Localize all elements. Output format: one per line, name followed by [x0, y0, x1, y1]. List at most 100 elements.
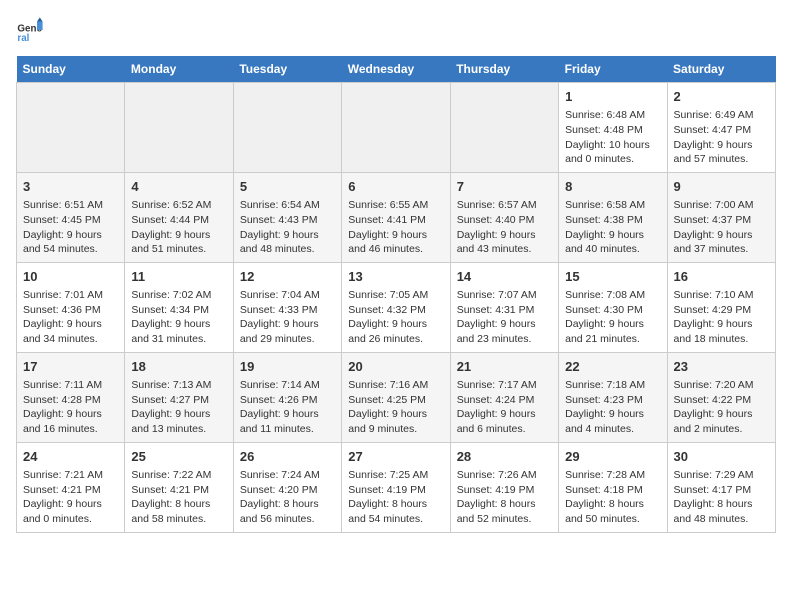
day-info: Daylight: 9 hours and 0 minutes. — [23, 497, 118, 526]
day-info: Sunset: 4:26 PM — [240, 393, 335, 408]
day-info: Daylight: 9 hours and 46 minutes. — [348, 228, 443, 257]
day-info: Sunrise: 7:10 AM — [674, 288, 769, 303]
day-info: Sunset: 4:47 PM — [674, 123, 769, 138]
calendar-cell: 4Sunrise: 6:52 AMSunset: 4:44 PMDaylight… — [125, 172, 233, 262]
calendar-week-5: 24 Sunrise: 7:21 AM Sunset: 4:21 PM Dayligh… — [17, 442, 776, 532]
calendar-cell: 20Sunrise: 7:16 AMSunset: 4:25 PMDayligh… — [342, 352, 450, 442]
page-header: Gene ral — [16, 16, 776, 44]
day-info: Sunset: 4:21 PM — [131, 483, 226, 498]
calendar-cell — [17, 83, 125, 173]
day-info: Sunset: 4:17 PM — [674, 483, 769, 498]
day-number: 15 — [565, 268, 660, 286]
day-info: Daylight: 9 hours and 16 minutes. — [23, 407, 118, 436]
col-header-saturday: Saturday — [667, 56, 775, 83]
calendar-cell: 5Sunrise: 6:54 AMSunset: 4:43 PMDaylight… — [233, 172, 341, 262]
day-info: Sunrise: 7:17 AM — [457, 378, 552, 393]
day-info: Sunrise: 6:57 AM — [457, 198, 552, 213]
calendar-week-4: 17Sunrise: 7:11 AMSunset: 4:28 PMDayligh… — [17, 352, 776, 442]
calendar-cell: 8Sunrise: 6:58 AMSunset: 4:38 PMDaylight… — [559, 172, 667, 262]
day-number: 16 — [674, 268, 769, 286]
day-info: Sunset: 4:30 PM — [565, 303, 660, 318]
day-number: 29 — [565, 448, 660, 466]
calendar-cell: 27Sunrise: 7:25 AMSunset: 4:19 PMDayligh… — [342, 442, 450, 532]
day-info: Sunset: 4:27 PM — [131, 393, 226, 408]
calendar-cell: 30Sunrise: 7:29 AMSunset: 4:17 PMDayligh… — [667, 442, 775, 532]
svg-text:ral: ral — [17, 33, 29, 44]
calendar-cell: 3Sunrise: 6:51 AMSunset: 4:45 PMDaylight… — [17, 172, 125, 262]
day-number: 22 — [565, 358, 660, 376]
calendar-cell: 6Sunrise: 6:55 AMSunset: 4:41 PMDaylight… — [342, 172, 450, 262]
calendar-cell: 28Sunrise: 7:26 AMSunset: 4:19 PMDayligh… — [450, 442, 558, 532]
day-number: 28 — [457, 448, 552, 466]
day-info: Sunset: 4:40 PM — [457, 213, 552, 228]
day-info: Sunrise: 7:18 AM — [565, 378, 660, 393]
day-info: Daylight: 9 hours and 40 minutes. — [565, 228, 660, 257]
day-info: Daylight: 8 hours and 50 minutes. — [565, 497, 660, 526]
calendar-week-1: 1Sunrise: 6:48 AMSunset: 4:48 PMDaylight… — [17, 83, 776, 173]
calendar-cell: 7Sunrise: 6:57 AMSunset: 4:40 PMDaylight… — [450, 172, 558, 262]
calendar-cell: 29Sunrise: 7:28 AMSunset: 4:18 PMDayligh… — [559, 442, 667, 532]
day-info: Daylight: 9 hours and 21 minutes. — [565, 317, 660, 346]
day-info: Sunset: 4:31 PM — [457, 303, 552, 318]
calendar-cell: 26Sunrise: 7:24 AMSunset: 4:20 PMDayligh… — [233, 442, 341, 532]
day-info: Sunset: 4:20 PM — [240, 483, 335, 498]
day-info: Daylight: 8 hours and 54 minutes. — [348, 497, 443, 526]
day-info: Sunrise: 6:52 AM — [131, 198, 226, 213]
day-info: Daylight: 9 hours and 18 minutes. — [674, 317, 769, 346]
day-info: Daylight: 9 hours and 9 minutes. — [348, 407, 443, 436]
day-info: Daylight: 9 hours and 57 minutes. — [674, 138, 769, 167]
day-info: Sunrise: 6:48 AM — [565, 108, 660, 123]
col-header-monday: Monday — [125, 56, 233, 83]
day-info: Sunset: 4:38 PM — [565, 213, 660, 228]
day-info: Sunset: 4:37 PM — [674, 213, 769, 228]
day-info: Daylight: 9 hours and 2 minutes. — [674, 407, 769, 436]
day-info: Daylight: 9 hours and 54 minutes. — [23, 228, 118, 257]
day-number: 5 — [240, 178, 335, 196]
day-info: Sunrise: 7:14 AM — [240, 378, 335, 393]
day-number: 21 — [457, 358, 552, 376]
day-info: Daylight: 10 hours and 0 minutes. — [565, 138, 660, 167]
calendar-cell — [233, 83, 341, 173]
day-number: 23 — [674, 358, 769, 376]
day-number: 6 — [348, 178, 443, 196]
day-info: Daylight: 9 hours and 34 minutes. — [23, 317, 118, 346]
day-info: Sunset: 4:19 PM — [348, 483, 443, 498]
day-info: Daylight: 9 hours and 51 minutes. — [131, 228, 226, 257]
calendar-cell: 2Sunrise: 6:49 AMSunset: 4:47 PMDaylight… — [667, 83, 775, 173]
day-info: Daylight: 9 hours and 26 minutes. — [348, 317, 443, 346]
day-info: Sunrise: 6:58 AM — [565, 198, 660, 213]
day-info: Sunrise: 7:05 AM — [348, 288, 443, 303]
calendar-week-3: 10Sunrise: 7:01 AMSunset: 4:36 PMDayligh… — [17, 262, 776, 352]
calendar-cell: 13Sunrise: 7:05 AMSunset: 4:32 PMDayligh… — [342, 262, 450, 352]
calendar-cell: 12Sunrise: 7:04 AMSunset: 4:33 PMDayligh… — [233, 262, 341, 352]
day-info: Daylight: 8 hours and 56 minutes. — [240, 497, 335, 526]
calendar-cell: 23Sunrise: 7:20 AMSunset: 4:22 PMDayligh… — [667, 352, 775, 442]
calendar-cell: 9Sunrise: 7:00 AMSunset: 4:37 PMDaylight… — [667, 172, 775, 262]
day-number: 30 — [674, 448, 769, 466]
day-info: Sunset: 4:44 PM — [131, 213, 226, 228]
day-info: Sunrise: 7:16 AM — [348, 378, 443, 393]
day-info: Sunrise: 7:21 AM — [23, 468, 118, 483]
calendar-cell: 24Sunrise: 7:21 AMSunset: 4:21 PMDayligh… — [17, 442, 125, 532]
day-number: 24 — [23, 448, 118, 466]
day-info: Sunset: 4:28 PM — [23, 393, 118, 408]
day-info: Sunset: 4:25 PM — [348, 393, 443, 408]
day-info: Sunset: 4:45 PM — [23, 213, 118, 228]
calendar-week-2: 3Sunrise: 6:51 AMSunset: 4:45 PMDaylight… — [17, 172, 776, 262]
calendar-cell — [125, 83, 233, 173]
day-info: Daylight: 9 hours and 4 minutes. — [565, 407, 660, 436]
day-info: Sunrise: 6:49 AM — [674, 108, 769, 123]
day-number: 14 — [457, 268, 552, 286]
day-info: Sunrise: 7:02 AM — [131, 288, 226, 303]
day-info: Sunrise: 7:00 AM — [674, 198, 769, 213]
day-number: 18 — [131, 358, 226, 376]
day-number: 10 — [23, 268, 118, 286]
calendar-table: SundayMondayTuesdayWednesdayThursdayFrid… — [16, 56, 776, 533]
day-info: Sunset: 4:19 PM — [457, 483, 552, 498]
day-info: Sunset: 4:18 PM — [565, 483, 660, 498]
day-number: 3 — [23, 178, 118, 196]
day-info: Daylight: 9 hours and 11 minutes. — [240, 407, 335, 436]
logo: Gene ral — [16, 16, 48, 44]
day-info: Sunrise: 7:01 AM — [23, 288, 118, 303]
day-info: Sunset: 4:33 PM — [240, 303, 335, 318]
